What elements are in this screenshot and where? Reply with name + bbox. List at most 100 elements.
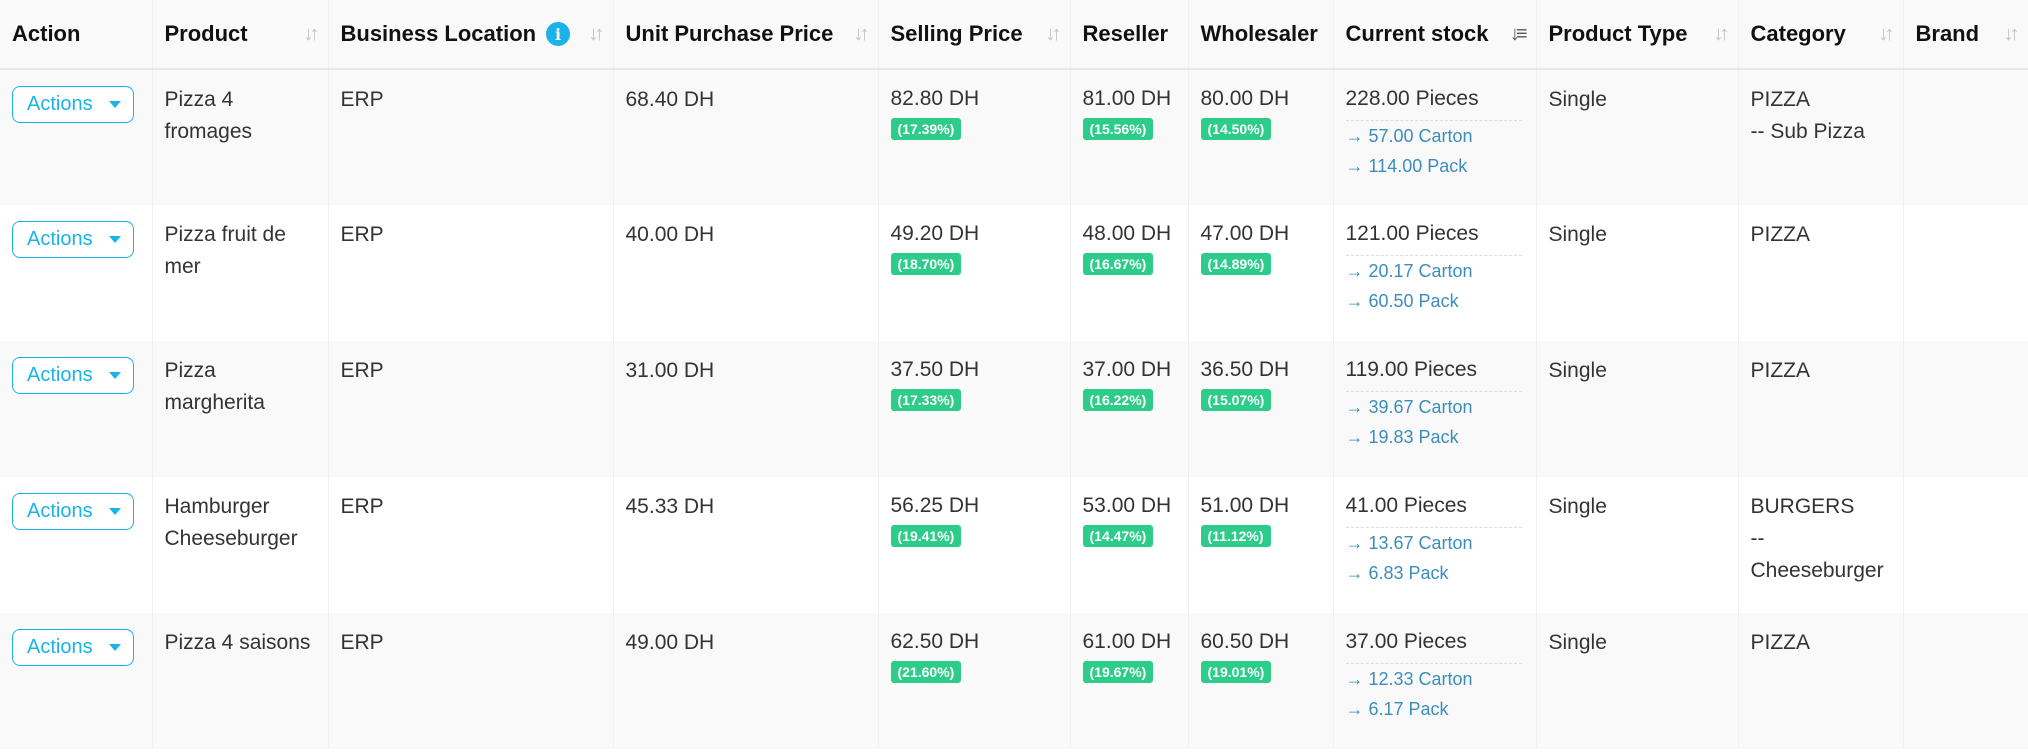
header-current-stock-label: Current stock	[1345, 21, 1489, 46]
product-name: Pizza 4 saisons	[164, 631, 311, 654]
header-business-location[interactable]: Business Location i ↓↑	[328, 0, 614, 70]
caret-down-icon	[108, 236, 121, 243]
stock-quantity: 41.00 Pieces	[1345, 491, 1522, 528]
header-brand[interactable]: Brand ↓↑	[1903, 0, 2028, 70]
wholesaler-cell: 47.00 DH (14.89%)	[1188, 205, 1334, 341]
sort-icon[interactable]: ↓↑	[1879, 23, 1895, 46]
brand-cell	[1903, 205, 2028, 341]
header-product-label: Product	[164, 21, 248, 46]
product-name: Pizza 4	[164, 88, 234, 111]
location-cell: ERP	[328, 205, 614, 341]
category-cell: PIZZA -- Sub Pizza	[1738, 69, 1904, 205]
header-product-type-label: Product Type	[1548, 21, 1688, 46]
actions-button-label: Actions	[27, 636, 93, 658]
actions-button-label: Actions	[27, 228, 93, 250]
margin-badge: (14.89%)	[1200, 253, 1272, 275]
sort-icon[interactable]: ↓↑	[1046, 23, 1062, 46]
actions-dropdown-button[interactable]: Actions	[12, 221, 134, 258]
stock-subunit: → 114.00 Pack	[1345, 156, 1468, 176]
stock-subunit: → 57.00 Carton	[1345, 126, 1473, 146]
stock-quantity: 228.00 Pieces	[1345, 84, 1522, 121]
selling-price: 49.20 DH	[890, 222, 980, 245]
category-name: PIZZA	[1750, 359, 1811, 382]
stock-quantity: 121.00 Pieces	[1345, 219, 1522, 256]
caret-down-icon	[108, 372, 121, 379]
brand-cell	[1903, 69, 2028, 205]
sort-icon[interactable]: ↓↑	[304, 23, 320, 46]
header-category[interactable]: Category ↓↑	[1738, 0, 1904, 70]
actions-dropdown-button[interactable]: Actions	[12, 86, 134, 123]
header-wholesaler-label: Wholesaler	[1200, 21, 1318, 46]
header-reseller-label: Reseller	[1082, 21, 1169, 46]
wholesaler-price: 47.00 DH	[1200, 222, 1290, 245]
actions-dropdown-button[interactable]: Actions	[12, 357, 134, 394]
sub-category-name: Cheeseburger	[1750, 559, 1884, 582]
product-name: Cheeseburger	[164, 527, 298, 550]
header-product[interactable]: Product ↓↑	[152, 0, 329, 70]
actions-dropdown-button[interactable]: Actions	[12, 493, 134, 530]
stock-subunit: → 6.17 Pack	[1345, 699, 1449, 719]
stock-cell: 37.00 Pieces → 12.33 Carton → 6.17 Pack	[1333, 613, 1537, 749]
table-header-row: Action Product ↓↑ Business Location i ↓↑ Un…	[0, 0, 2028, 70]
caret-down-icon	[108, 101, 121, 108]
reseller-price: 81.00 DH	[1082, 87, 1172, 110]
sort-icon[interactable]: ↓↑	[1714, 23, 1730, 46]
wholesaler-cell: 51.00 DH (11.12%)	[1188, 477, 1334, 613]
reseller-cell: 61.00 DH (19.67%)	[1070, 613, 1189, 749]
purchase-price-cell: 31.00 DH	[613, 341, 879, 477]
brand-cell	[1903, 477, 2028, 613]
header-reseller: Reseller	[1070, 0, 1189, 70]
product-cell: Pizza 4 saisons	[152, 613, 329, 749]
sort-icon[interactable]: ↓↑	[589, 23, 605, 46]
category-name: PIZZA	[1750, 223, 1811, 246]
product-name: Pizza fruit de	[164, 223, 286, 246]
product-type-cell: Single	[1536, 341, 1739, 477]
margin-badge: (11.12%)	[1200, 525, 1271, 547]
selling-price-cell: 37.50 DH (17.33%)	[878, 341, 1071, 477]
category-cell: PIZZA	[1738, 341, 1904, 477]
actions-button-label: Actions	[27, 93, 93, 115]
reseller-cell: 37.00 DH (16.22%)	[1070, 341, 1189, 477]
category-cell: BURGERS -- Cheeseburger	[1738, 477, 1904, 613]
location-cell: ERP	[328, 69, 614, 205]
caret-down-icon	[108, 508, 121, 515]
stock-subunit: → 13.67 Carton	[1345, 533, 1473, 553]
margin-badge: (19.67%)	[1082, 661, 1154, 683]
reseller-price: 53.00 DH	[1082, 494, 1172, 517]
product-cell: Pizza 4 fromages	[152, 69, 329, 205]
category-cell: PIZZA	[1738, 205, 1904, 341]
sort-icon[interactable]: ↓↑	[2004, 23, 2020, 46]
table-row: Actions Hamburger Cheeseburger ERP 45.33 …	[0, 477, 2028, 613]
product-type-cell: Single	[1536, 69, 1739, 205]
header-selling-price-label: Selling Price	[890, 21, 1023, 46]
wholesaler-cell: 36.50 DH (15.07%)	[1188, 341, 1334, 477]
product-name: fromages	[164, 120, 253, 143]
action-cell: Actions	[0, 613, 153, 749]
header-unit-purchase-price[interactable]: Unit Purchase Price ↓↑	[613, 0, 879, 70]
header-wholesaler: Wholesaler	[1188, 0, 1334, 70]
location-cell: ERP	[328, 477, 614, 613]
wholesaler-cell: 80.00 DH (14.50%)	[1188, 69, 1334, 205]
purchase-price-cell: 49.00 DH	[613, 613, 879, 749]
header-current-stock[interactable]: Current stock ↓≡	[1333, 0, 1537, 70]
header-selling-price[interactable]: Selling Price ↓↑	[878, 0, 1071, 70]
reseller-cell: 53.00 DH (14.47%)	[1070, 477, 1189, 613]
sort-icon[interactable]: ↓↑	[854, 23, 870, 46]
actions-dropdown-button[interactable]: Actions	[12, 629, 134, 666]
purchase-price-cell: 45.33 DH	[613, 477, 879, 613]
info-icon[interactable]: i	[546, 22, 571, 46]
stock-subunit: → 12.33 Carton	[1345, 669, 1473, 689]
stock-subunit: → 20.17 Carton	[1345, 261, 1473, 281]
wholesaler-price: 36.50 DH	[1200, 358, 1290, 381]
stock-cell: 121.00 Pieces → 20.17 Carton → 60.50 Pack	[1333, 205, 1537, 341]
reseller-price: 37.00 DH	[1082, 358, 1172, 381]
selling-price-cell: 49.20 DH (18.70%)	[878, 205, 1071, 341]
product-cell: Pizza fruit de mer	[152, 205, 329, 341]
product-name: margherita	[164, 391, 265, 414]
sort-desc-icon[interactable]: ↓≡	[1510, 23, 1528, 46]
stock-cell: 228.00 Pieces → 57.00 Carton → 114.00 Pack	[1333, 69, 1537, 205]
header-business-location-label: Business Location	[340, 21, 537, 46]
product-type-cell: Single	[1536, 205, 1739, 341]
header-product-type[interactable]: Product Type ↓↑	[1536, 0, 1739, 70]
selling-price: 37.50 DH	[890, 358, 980, 381]
